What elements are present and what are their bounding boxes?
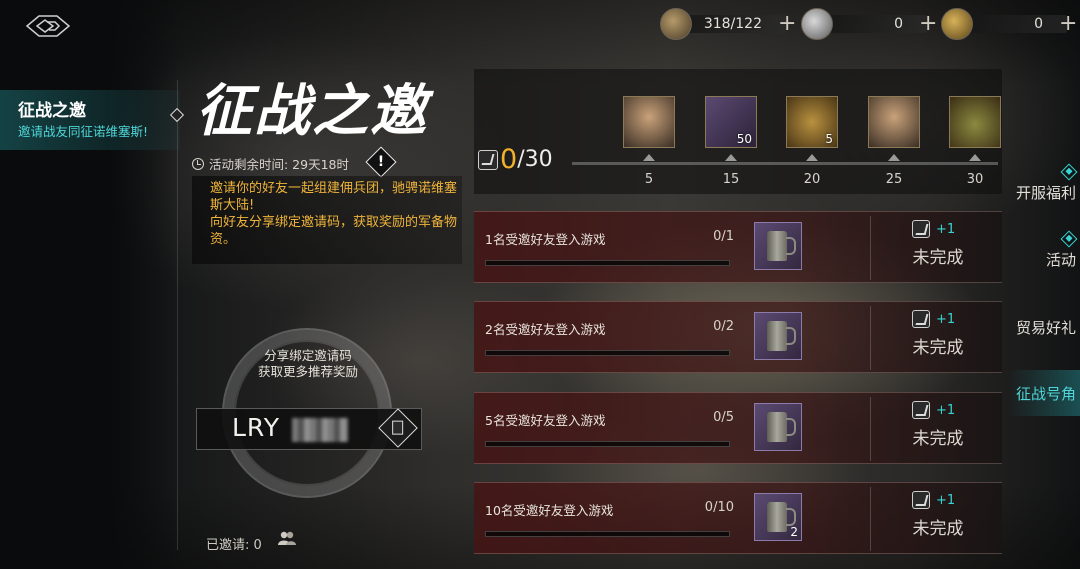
feather-scroll-icon [660,8,692,40]
event-description: 邀请你的好友一起组建佣兵团，驰骋诺维塞斯大陆! 向好友分享绑定邀请码，获取奖励的… [210,181,458,247]
mug-item-icon[interactable] [754,312,802,360]
task-row[interactable]: 5名受邀好友登入游戏 0/5 +1 未完成 [474,392,1002,464]
task-status: 未完成 [912,338,964,358]
task-row[interactable]: 10名受邀好友登入游戏 0/10 2 +1 未完成 [474,482,1002,554]
reward-hero-portrait-25[interactable] [868,96,920,148]
task-reward: +1 [912,491,955,509]
time-remaining: 活动剩余时间: 29天18时 [192,154,349,173]
milestone-marker-icon [969,154,981,161]
resource-1: 318/122 + [660,8,796,40]
resource-2: 0 + [801,8,937,40]
task-status: 未完成 [912,429,964,449]
add-resource-button[interactable]: + [919,13,937,35]
task-progress: 0/10 [704,500,734,515]
copy-icon [392,420,404,435]
nav-item-title: 征战之邀 [18,101,86,121]
task-progress: 0/5 [713,410,734,425]
task-row[interactable]: 2名受邀好友登入游戏 0/2 +1 未完成 [474,301,1002,373]
right-nav-item-trade-gifts[interactable]: 贸易好礼 [1016,317,1076,338]
milestone-marker-icon [643,154,655,161]
divider [870,397,871,461]
invite-code: LRY [232,413,280,442]
task-reward: +1 [912,310,955,328]
milestone-threshold: 20 [803,172,821,187]
task-status: 未完成 [912,519,964,539]
task-progress: 0/1 [713,229,734,244]
milestone-count: 0 /30 [478,144,553,175]
milestone-max: /30 [517,147,553,172]
right-nav-item-events[interactable]: 活动 [1046,249,1076,270]
milestone-threshold: 15 [722,172,740,187]
divider [870,306,871,370]
milestone-current: 0 [500,144,518,175]
milestone-track [572,162,998,165]
horn-ticket-icon [912,401,930,419]
right-nav-item-launch-benefits[interactable]: 开服福利 [1016,182,1076,203]
reward-mug-bundle[interactable]: 50 [705,96,757,148]
milestone-marker-icon [888,154,900,161]
add-resource-button[interactable]: + [1059,13,1077,35]
reward-amount: +1 [936,311,956,327]
share-hint: 分享绑定邀请码 获取更多推荐奖励 [257,348,358,379]
left-panel [0,0,180,569]
invite-code-redacted [292,418,348,442]
mug-item-icon[interactable]: 2 [754,493,802,541]
task-name: 2名受邀好友登入游戏 [485,322,606,337]
task-progress-bar [485,531,730,537]
task-reward: +1 [912,220,955,238]
task-progress-bar [485,260,730,266]
task-row[interactable]: 1名受邀好友登入游戏 0/1 +1 未完成 [474,211,1002,283]
milestone-threshold: 30 [966,172,984,187]
resource-value: 318/122 [703,16,762,32]
reward-qty: 5 [825,132,833,146]
milestone-threshold: 5 [644,172,654,187]
task-progress-bar [485,441,730,447]
horn-ticket-icon [478,149,498,170]
reward-bronze-shield[interactable]: 5 [786,96,838,148]
item-qty: 2 [790,525,798,539]
clock-icon [192,157,204,170]
horn-ticket-icon [912,491,930,509]
task-progress: 0/2 [713,319,734,334]
task-status: 未完成 [912,248,964,268]
time-remaining-text: 活动剩余时间: 29天18时 [209,157,349,172]
reward-qty: 50 [736,132,752,146]
exclamation-icon: ! [377,154,385,170]
reward-treasure-chest[interactable] [949,96,1001,148]
reward-hero-portrait-5[interactable] [623,96,675,148]
friends-icon[interactable] [278,530,296,546]
right-nav-item-war-horn[interactable]: 征战号角 [1016,383,1076,404]
horn-ticket-icon [912,310,930,328]
page-title: 征战之邀 [196,78,428,144]
task-reward: +1 [912,401,955,419]
add-resource-button[interactable]: + [778,13,796,35]
milestone-threshold: 25 [885,172,903,187]
game-logo-icon [25,15,71,37]
task-name: 1名受邀好友登入游戏 [485,232,606,247]
back-button[interactable] [20,8,76,44]
milestone-marker-icon [806,154,818,161]
gold-scroll-icon [941,8,973,40]
resource-3: 0 + [941,8,1077,40]
task-progress-bar [485,350,730,356]
divider [870,487,871,551]
reward-amount: +1 [936,402,956,418]
horn-ticket-icon [912,220,930,238]
reward-amount: +1 [936,221,956,237]
divider [177,80,178,550]
silver-coin-icon [801,8,833,40]
resource-value: 0 [894,16,903,32]
mug-item-icon[interactable] [754,403,802,451]
milestone-marker-icon [725,154,737,161]
divider [870,216,871,280]
task-name: 10名受邀好友登入游戏 [485,503,614,518]
nav-item-subtitle: 邀请战友同征诺维塞斯! [18,124,149,139]
mug-item-icon[interactable] [754,222,802,270]
resource-value: 0 [1034,16,1043,32]
reward-amount: +1 [936,492,956,508]
invited-count: 已邀请: 0 [206,538,262,553]
task-name: 5名受邀好友登入游戏 [485,413,606,428]
